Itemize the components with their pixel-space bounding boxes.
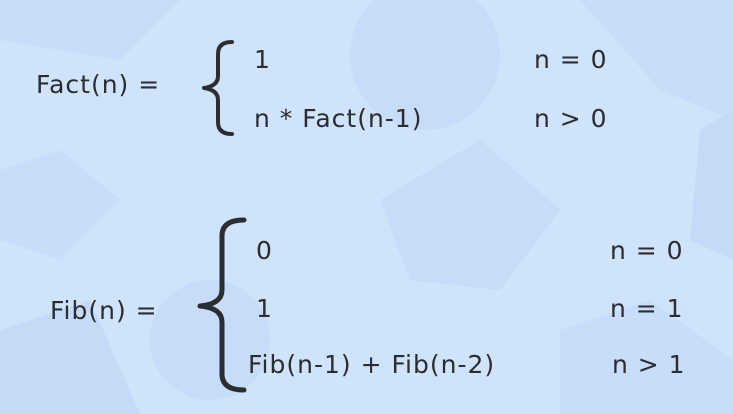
fibonacci-case-1-cond: n = 0: [610, 236, 684, 265]
fibonacci-case-2-expr: 1: [256, 294, 273, 323]
fibonacci-lhs: Fib(n) =: [50, 296, 158, 325]
factorial-case-1-cond: n = 0: [534, 45, 608, 74]
factorial-case-1-expr: 1: [254, 45, 271, 74]
fibonacci-case-3-cond: n > 1: [612, 350, 686, 379]
fibonacci-brace: [197, 217, 247, 393]
factorial-lhs: Fact(n) =: [36, 70, 161, 99]
factorial-case-2-expr: n * Fact(n-1): [254, 104, 423, 133]
fibonacci-case-2-cond: n = 1: [610, 294, 684, 323]
fibonacci-case-1-expr: 0: [256, 236, 273, 265]
factorial-brace: [202, 40, 234, 136]
formula-area: Fact(n) = 1 n = 0 n * Fact(n-1) n > 0 Fi…: [0, 0, 733, 414]
factorial-case-2-cond: n > 0: [534, 104, 608, 133]
fibonacci-case-3-expr: Fib(n-1) + Fib(n-2): [248, 350, 496, 379]
